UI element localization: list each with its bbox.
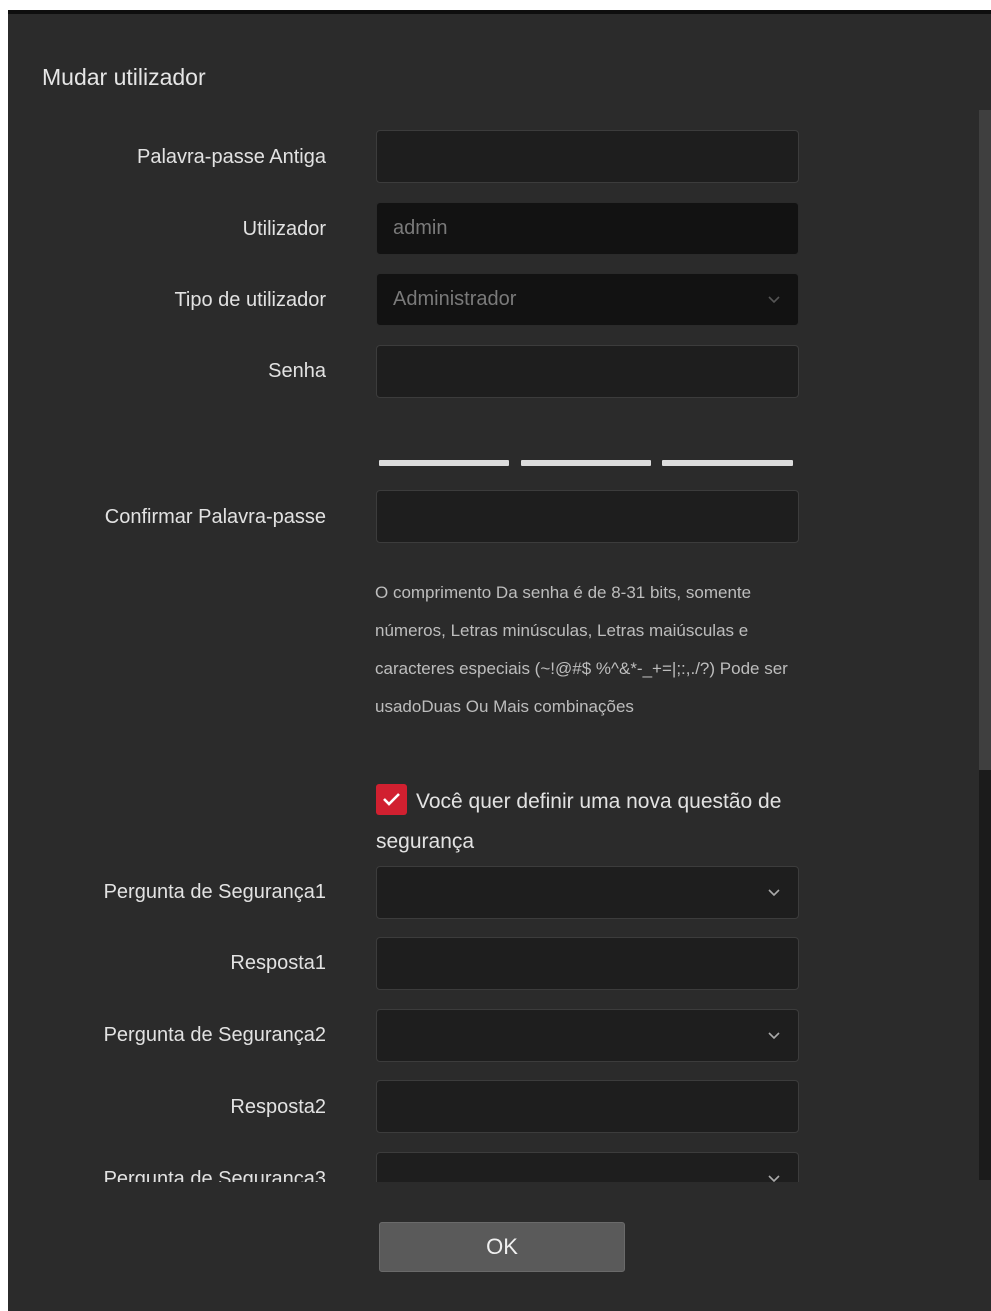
user-type-label: Tipo de utilizador	[174, 289, 326, 311]
password-field[interactable]	[376, 345, 799, 398]
password-hint-text: O comprimento Da senha é de 8-31 bits, s…	[375, 583, 788, 716]
user-type-value: Administrador	[393, 288, 517, 310]
confirm-password-label: Confirmar Palavra-passe	[104, 506, 326, 528]
password-label: Senha	[268, 360, 326, 382]
chevron-down-icon	[768, 1175, 780, 1182]
password-strength-bar-1	[379, 460, 509, 466]
answer1-field[interactable]	[376, 937, 799, 990]
answer2-label: Resposta2	[230, 1096, 326, 1118]
question3-label: Pergunta de Segurança3	[103, 1168, 326, 1182]
old-password-field[interactable]	[376, 130, 799, 183]
question1-select[interactable]	[376, 866, 799, 919]
dialog-title: Mudar utilizador	[42, 64, 206, 90]
form-scrollbar[interactable]	[979, 110, 991, 1180]
chevron-down-icon	[768, 296, 780, 304]
user-field: admin	[376, 202, 799, 255]
user-value: admin	[393, 217, 448, 239]
old-password-label: Palavra-passe Antiga	[136, 146, 326, 168]
answer2-field[interactable]	[376, 1080, 799, 1133]
user-type-select: Administrador	[376, 273, 799, 326]
change-user-dialog: Mudar utilizador Palavra-passe Antiga Ut…	[8, 10, 991, 1311]
question2-select[interactable]	[376, 1009, 799, 1062]
password-strength-bar-3	[662, 460, 793, 466]
confirm-password-field[interactable]	[376, 490, 799, 543]
question1-label: Pergunta de Segurança1	[103, 881, 326, 903]
chevron-down-icon	[768, 1032, 780, 1040]
password-strength-bar-2	[521, 460, 651, 466]
security-question-checkbox-label: Você quer definir uma nova questão de se…	[376, 790, 782, 853]
user-label: Utilizador	[242, 218, 326, 240]
scrollbar-thumb[interactable]	[979, 110, 991, 770]
question3-select[interactable]	[376, 1152, 799, 1182]
question2-label: Pergunta de Segurança2	[103, 1024, 326, 1046]
answer1-label: Resposta1	[230, 952, 326, 974]
chevron-down-icon	[768, 889, 780, 897]
ok-button[interactable]: OK	[379, 1222, 625, 1272]
form-scroll-area[interactable]: Palavra-passe Antiga Utilizador admin Ti…	[8, 114, 991, 1182]
